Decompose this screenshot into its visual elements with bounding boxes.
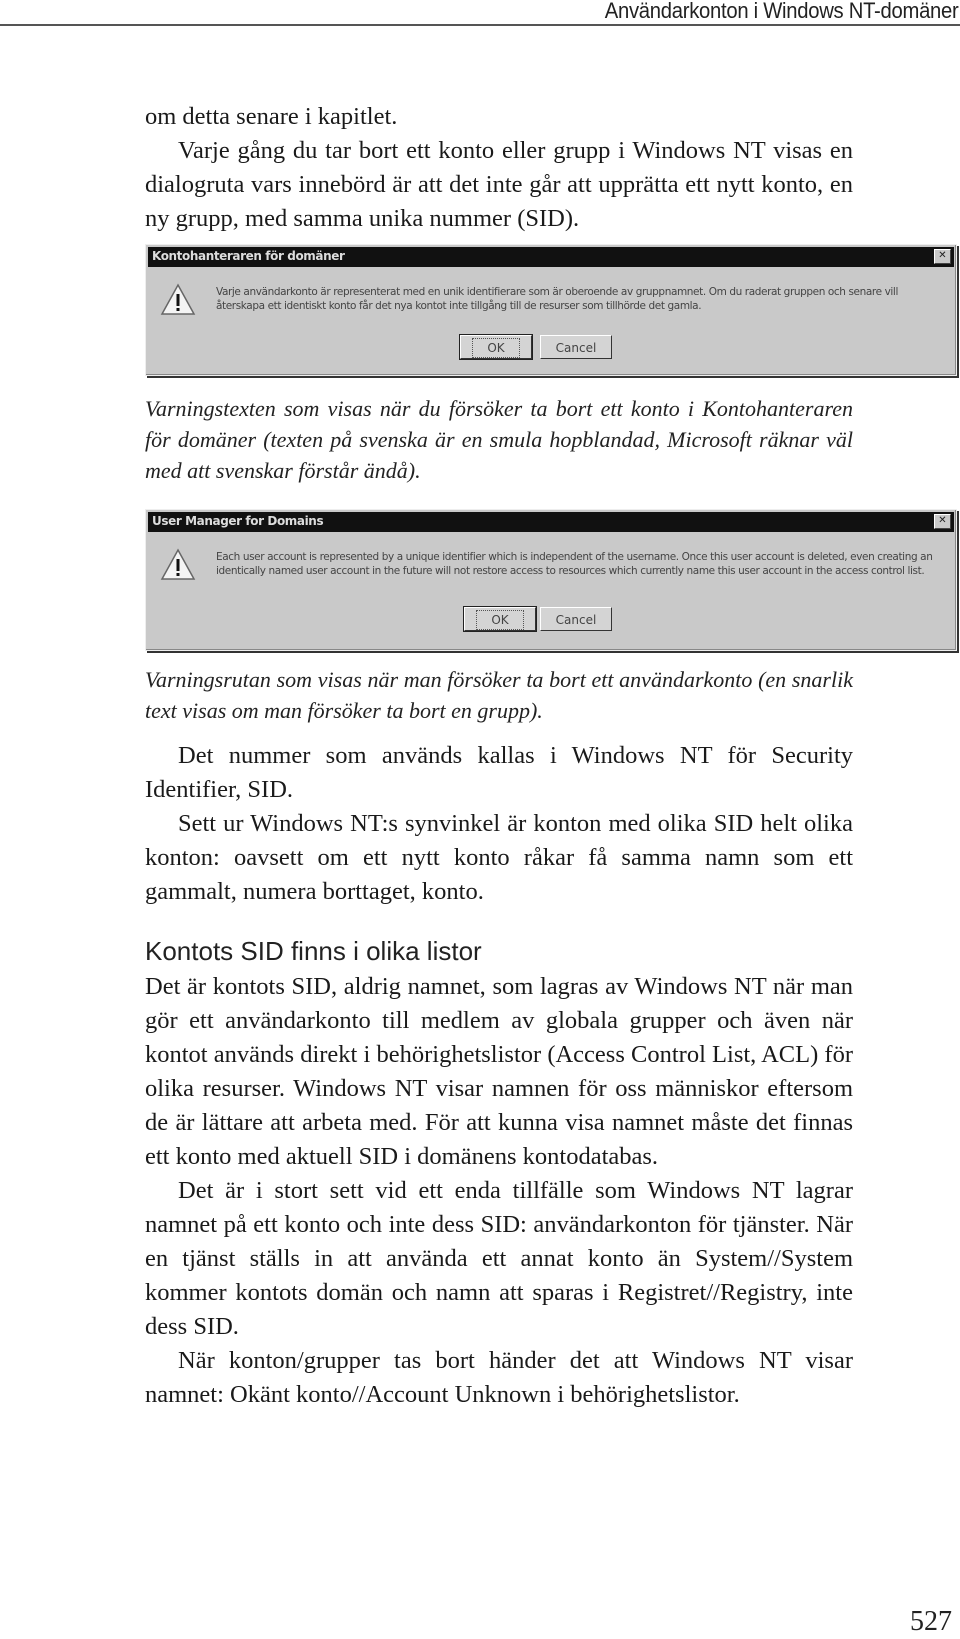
running-head-title: Användarkonton i Windows NT-domäner xyxy=(604,0,958,23)
cancel-button[interactable]: Cancel xyxy=(540,607,612,631)
dialog-title: Kontohanteraren för domäner xyxy=(152,249,345,263)
warning-icon xyxy=(160,283,196,315)
paragraphs-sid: Det nummer som används kallas i Windows … xyxy=(145,739,853,909)
dialog-titlebar: User Manager for Domains ✕ xyxy=(148,512,954,532)
paragraph: Det är i stort sett vid ett enda tillfäl… xyxy=(145,1177,853,1340)
ok-label: OK xyxy=(476,610,524,630)
dialog-message: Each user account is represented by a un… xyxy=(216,551,933,577)
dialog-titlebar: Kontohanteraren för domäner ✕ xyxy=(148,247,954,267)
dialog-kontohanteraren: Kontohanteraren för domäner ✕ Varje anvä… xyxy=(145,244,957,376)
warning-icon xyxy=(160,548,196,580)
page-number: 527 xyxy=(910,1606,952,1637)
paragraph: Sett ur Windows NT:s synvinkel är konton… xyxy=(145,810,853,905)
paragraph: Det nummer som används kallas i Windows … xyxy=(145,742,853,803)
paragraphs-lists: Det är kontots SID, aldrig namnet, som l… xyxy=(145,970,853,1412)
dialog-title: User Manager for Domains xyxy=(152,514,324,528)
close-icon[interactable]: ✕ xyxy=(934,514,951,529)
caption-english-dialog: Varningsrutan som visas när man försöker… xyxy=(145,667,853,723)
ok-button[interactable]: OK xyxy=(459,334,533,360)
running-head: Användarkonton i Windows NT-domäner xyxy=(0,0,960,26)
ok-label: OK xyxy=(472,338,520,358)
section-heading: Kontots SID finns i olika listor xyxy=(145,936,482,966)
close-icon[interactable]: ✕ xyxy=(934,249,951,264)
intro-paragraph: Varje gång du tar bort ett konto eller g… xyxy=(145,137,853,232)
dialog-message: Varje användarkonto är representerat med… xyxy=(216,286,898,312)
intro-text: om detta senare i kapitlet. Varje gång d… xyxy=(145,100,853,236)
ok-button[interactable]: OK xyxy=(463,606,537,632)
cancel-button[interactable]: Cancel xyxy=(540,335,612,359)
paragraph: När konton/grupper tas bort händer det a… xyxy=(145,1347,853,1408)
paragraph: Det är kontots SID, aldrig namnet, som l… xyxy=(145,973,853,1170)
dialog-user-manager: User Manager for Domains ✕ Each user acc… xyxy=(145,509,957,651)
continuation-line: om detta senare i kapitlet. xyxy=(145,103,398,130)
caption-swedish-dialog: Varningstexten som visas när du försöker… xyxy=(145,396,853,483)
